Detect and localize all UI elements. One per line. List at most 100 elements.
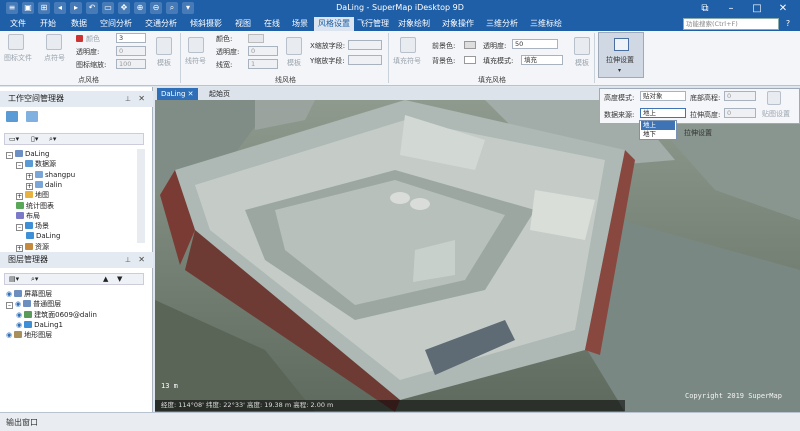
- open-icon[interactable]: ⊞: [38, 2, 50, 14]
- point-transparency-input[interactable]: 0: [116, 46, 146, 56]
- point-symbol-button[interactable]: 点符号: [44, 53, 65, 63]
- tree-item[interactable]: – 场景: [16, 222, 49, 232]
- restore-layout-icon[interactable]: ⧉: [694, 1, 716, 16]
- fill-template-icon[interactable]: [574, 37, 590, 55]
- color-swatch-icon[interactable]: [76, 35, 83, 42]
- icon-file-icon[interactable]: [8, 34, 24, 50]
- output-window-tab[interactable]: 输出窗口: [6, 417, 38, 428]
- fill-symbol-button[interactable]: 填充符号: [393, 56, 421, 66]
- tab-9[interactable]: 风格设置: [314, 17, 354, 31]
- function-search-input[interactable]: 功能搜索(Ctrl+F): [683, 18, 779, 30]
- tree-item[interactable]: + dalin: [26, 180, 62, 190]
- tree-item[interactable]: ◉ 地形图层: [6, 331, 52, 340]
- collapse-icon[interactable]: –: [6, 152, 13, 159]
- document-tab[interactable]: DaLing ✕: [157, 88, 198, 100]
- tree-item[interactable]: + 地图: [16, 191, 49, 201]
- pan-icon[interactable]: ✥: [118, 2, 130, 14]
- tab-1[interactable]: 开始: [32, 17, 64, 31]
- tab-2[interactable]: 数据: [64, 17, 94, 31]
- expand-icon[interactable]: +: [26, 182, 33, 190]
- close-icon[interactable]: ✕: [138, 252, 145, 268]
- line-template-button[interactable]: 模板: [287, 58, 301, 68]
- visibility-eye-icon[interactable]: ◉: [6, 290, 12, 298]
- visibility-eye-icon[interactable]: ◉: [16, 321, 22, 329]
- search-icon[interactable]: ⌕▾: [31, 275, 38, 284]
- collapse-icon[interactable]: –: [16, 224, 23, 232]
- tab-4[interactable]: 交通分析: [138, 17, 184, 31]
- undo-icon[interactable]: ↶: [86, 2, 98, 14]
- tree-item[interactable]: – 数据源: [16, 160, 56, 170]
- tab-5[interactable]: 倾斜摄影: [184, 17, 228, 31]
- collapse-icon[interactable]: –: [6, 302, 13, 310]
- data-source-option[interactable]: 地上: [641, 121, 675, 130]
- x-scale-field-select[interactable]: [348, 40, 382, 50]
- tab-13[interactable]: 三维分析: [480, 17, 524, 31]
- search-icon[interactable]: ⌕: [166, 2, 178, 14]
- expand-icon[interactable]: +: [16, 193, 23, 201]
- tab-11[interactable]: 对象绘制: [392, 17, 436, 31]
- texture-settings-icon[interactable]: [767, 91, 781, 105]
- data-source-select[interactable]: 地上: [640, 108, 686, 118]
- expand-icon[interactable]: +: [16, 244, 23, 252]
- expand-icon[interactable]: +: [26, 172, 33, 180]
- move-down-icon[interactable]: ▼: [117, 275, 122, 283]
- open-icon[interactable]: ▭▾: [9, 135, 19, 143]
- move-up-icon[interactable]: ▲: [103, 275, 108, 283]
- new-icon[interactable]: ▯▾: [31, 135, 38, 143]
- back-icon[interactable]: ◂: [54, 2, 66, 14]
- scene-viewport[interactable]: 13 m Copyright 2019 SuperMap: [155, 100, 800, 412]
- collapse-icon[interactable]: –: [16, 162, 23, 170]
- window-icon[interactable]: ▭: [102, 2, 114, 14]
- workspace-icon[interactable]: [6, 111, 18, 122]
- background-color-picker[interactable]: [464, 56, 476, 64]
- close-icon[interactable]: ✕: [185, 90, 194, 98]
- extrude-height-input[interactable]: 0: [724, 108, 756, 118]
- more-icon[interactable]: ▾: [182, 2, 194, 14]
- texture-settings-button[interactable]: 贴图设置: [762, 109, 790, 119]
- tab-0[interactable]: 文件: [4, 17, 32, 31]
- layer-add-icon[interactable]: ▤▾: [9, 275, 19, 283]
- close-icon[interactable]: ✕: [138, 91, 145, 107]
- tree-item[interactable]: 统计图表: [16, 201, 54, 211]
- point-template-icon[interactable]: [156, 37, 172, 55]
- tree-item[interactable]: ◉ 屏幕图层: [6, 290, 52, 299]
- line-color-picker[interactable]: [248, 34, 264, 43]
- tab-10[interactable]: 飞行管理: [354, 17, 392, 31]
- tab-7[interactable]: 在线: [258, 17, 286, 31]
- point-template-button[interactable]: 模板: [157, 58, 171, 68]
- fill-template-button[interactable]: 模板: [575, 58, 589, 68]
- tab-12[interactable]: 对象操作: [436, 17, 480, 31]
- tree-item[interactable]: – ◉ 普通图层: [6, 300, 61, 310]
- minimize-icon[interactable]: –: [720, 1, 742, 16]
- tree-item[interactable]: + 资源: [16, 242, 49, 252]
- visibility-eye-icon[interactable]: ◉: [16, 311, 22, 319]
- tree-item[interactable]: DaLing: [26, 232, 60, 241]
- help-icon[interactable]: ?: [781, 18, 795, 30]
- y-scale-field-select[interactable]: [348, 55, 382, 65]
- tab-8[interactable]: 场景: [286, 17, 314, 31]
- line-template-icon[interactable]: [286, 37, 302, 55]
- pin-icon[interactable]: ⊥: [125, 252, 131, 268]
- line-transparency-input[interactable]: 0: [248, 46, 278, 56]
- search-icon[interactable]: ⌕▾: [49, 135, 56, 144]
- tab-14[interactable]: 三维标绘: [524, 17, 568, 31]
- workspace-scrollbar[interactable]: [137, 149, 145, 243]
- data-source-option[interactable]: 地下: [641, 130, 675, 139]
- visibility-eye-icon[interactable]: ◉: [6, 331, 12, 339]
- tree-item[interactable]: – DaLing: [6, 150, 49, 159]
- line-symbol-icon[interactable]: [188, 37, 204, 53]
- line-symbol-button[interactable]: 线符号: [185, 56, 206, 66]
- tree-item[interactable]: ◉ DaLing1: [16, 320, 63, 330]
- datasource-icon[interactable]: [26, 111, 38, 122]
- tab-6[interactable]: 视图: [228, 17, 258, 31]
- icon-scale-input[interactable]: 100: [116, 59, 146, 69]
- icon-file-button[interactable]: 图标文件: [4, 53, 32, 63]
- document-tab[interactable]: 起始页: [205, 88, 234, 100]
- foreground-color-picker[interactable]: [464, 41, 476, 49]
- save-icon[interactable]: ▣: [22, 2, 34, 14]
- tree-item[interactable]: 布局: [16, 211, 40, 221]
- fill-symbol-icon[interactable]: [400, 37, 416, 53]
- tab-3[interactable]: 空间分析: [94, 17, 138, 31]
- visibility-eye-icon[interactable]: ◉: [15, 300, 21, 308]
- height-mode-select[interactable]: 贴对象: [640, 91, 686, 101]
